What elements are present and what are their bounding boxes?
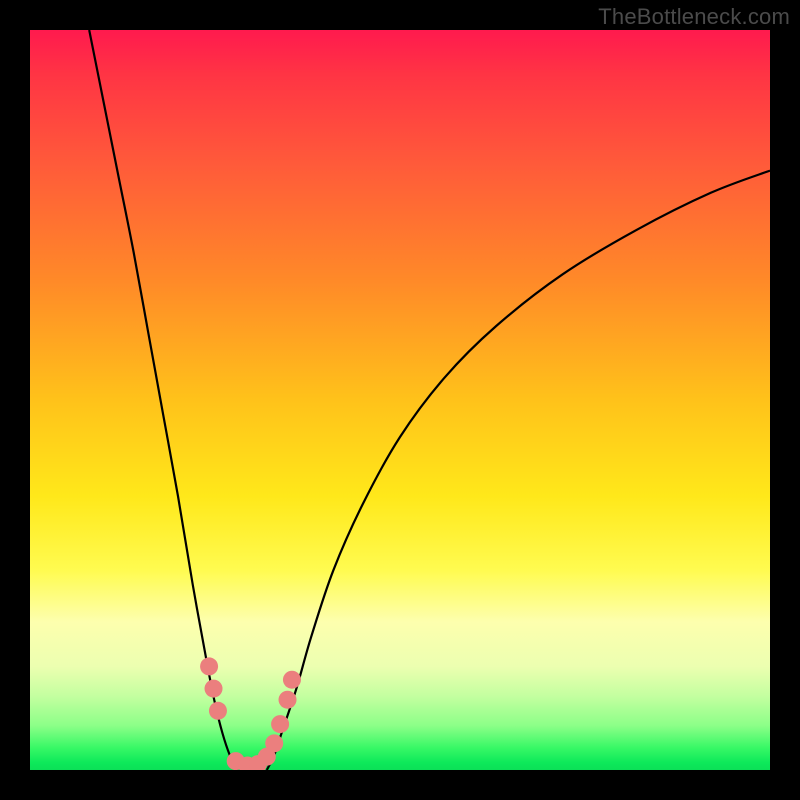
- data-marker: [200, 657, 218, 675]
- data-marker: [279, 691, 297, 709]
- chart-frame: TheBottleneck.com: [0, 0, 800, 800]
- data-marker: [265, 734, 283, 752]
- data-marker: [209, 702, 227, 720]
- marker-group: [200, 657, 301, 770]
- data-marker: [283, 671, 301, 689]
- data-marker: [271, 715, 289, 733]
- curve-right-branch: [267, 171, 770, 770]
- data-marker: [205, 680, 223, 698]
- curve-left-branch: [89, 30, 237, 770]
- plot-area: [30, 30, 770, 770]
- curve-layer: [30, 30, 770, 770]
- watermark-text: TheBottleneck.com: [598, 4, 790, 30]
